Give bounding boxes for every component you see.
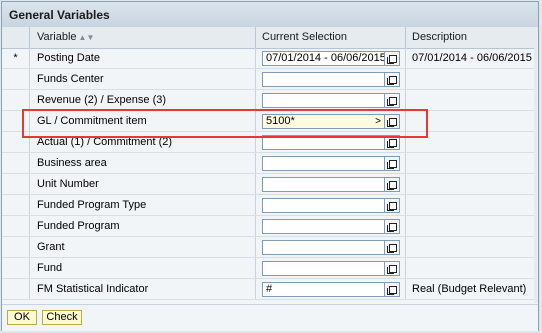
variable-name: Funded Program Type <box>30 195 256 215</box>
row-marker <box>2 174 30 194</box>
value-help-icon[interactable] <box>385 240 400 255</box>
selection-cell <box>256 195 406 215</box>
row-marker <box>2 216 30 236</box>
header-marker-cell <box>2 27 30 48</box>
selection-input[interactable] <box>262 156 385 171</box>
value-help-icon[interactable] <box>385 198 400 213</box>
selection-input[interactable] <box>262 93 385 108</box>
row-marker: * <box>2 48 30 68</box>
row-marker <box>2 69 30 89</box>
description-cell <box>406 237 538 257</box>
selection-cell <box>256 258 406 278</box>
description-cell <box>406 153 538 173</box>
row-marker <box>2 195 30 215</box>
selection-input[interactable]: 07/01/2014 - 06/06/2015 <box>262 51 385 66</box>
table-row: Unit Number <box>2 174 538 195</box>
selection-cell: 07/01/2014 - 06/06/2015 <box>256 48 406 68</box>
value-help-icon[interactable] <box>385 261 400 276</box>
table-row: Revenue (2) / Expense (3) <box>2 90 538 111</box>
variable-name: Funds Center <box>30 69 256 89</box>
selection-input[interactable] <box>262 72 385 87</box>
variable-name: Revenue (2) / Expense (3) <box>30 90 256 110</box>
selection-cell <box>256 153 406 173</box>
value-help-icon[interactable] <box>385 282 400 297</box>
table-row: Funded Program <box>2 216 538 237</box>
table-row: * Posting Date 07/01/2014 - 06/06/2015 07/0… <box>2 48 538 69</box>
selection-cell <box>256 174 406 194</box>
description-cell: Real (Budget Relevant) <box>412 283 527 295</box>
description-cell <box>406 216 538 236</box>
highlight-annotation <box>22 109 428 138</box>
table-row: Funded Program Type <box>2 195 538 216</box>
description-cell <box>406 258 538 278</box>
value-help-icon[interactable] <box>385 93 400 108</box>
scrollbar[interactable] <box>534 27 538 303</box>
variable-name: Unit Number <box>30 174 256 194</box>
selection-input[interactable] <box>262 177 385 192</box>
value-help-icon[interactable] <box>385 51 400 66</box>
header-current-selection[interactable]: Current Selection <box>256 27 406 48</box>
table-row: Funds Center <box>2 69 538 90</box>
value-help-icon[interactable] <box>385 177 400 192</box>
selection-cell: # <box>256 279 406 299</box>
selection-input[interactable]: # <box>262 282 385 297</box>
selection-cell <box>256 69 406 89</box>
variable-name: FM Statistical Indicator <box>30 279 256 299</box>
description-cell <box>406 174 538 194</box>
row-marker <box>2 153 30 173</box>
table-header: Variable ▲▼ Current Selection Description <box>2 27 538 49</box>
selection-input[interactable] <box>262 240 385 255</box>
variable-name: Business area <box>30 153 256 173</box>
value-help-icon[interactable] <box>385 219 400 234</box>
dialog-footer: OK Check <box>2 304 538 331</box>
selection-value: 07/01/2014 - 06/06/2015 <box>266 52 385 64</box>
table-row: Grant <box>2 237 538 258</box>
selection-cell <box>256 90 406 110</box>
description-cell <box>406 69 538 89</box>
row-marker <box>2 258 30 278</box>
description-cell: 07/01/2014 - 06/06/2015 <box>412 52 532 64</box>
general-variables-dialog: General Variables Variable ▲▼ Current Sel… <box>1 1 539 331</box>
description-cell <box>406 90 538 110</box>
value-help-icon[interactable] <box>385 156 400 171</box>
check-button[interactable]: Check <box>42 310 82 325</box>
header-variable-label: Variable <box>37 31 77 43</box>
variable-name: Funded Program <box>30 216 256 236</box>
variable-name: Posting Date <box>30 48 256 68</box>
value-help-icon[interactable] <box>385 72 400 87</box>
selection-cell <box>256 216 406 236</box>
variable-name: Fund <box>30 258 256 278</box>
row-marker <box>2 279 30 299</box>
selection-input[interactable] <box>262 219 385 234</box>
selection-input[interactable] <box>262 261 385 276</box>
row-marker <box>2 237 30 257</box>
header-variable[interactable]: Variable ▲▼ <box>30 27 256 48</box>
dialog-title-bar: General Variables <box>2 2 538 28</box>
table-row: Fund <box>2 258 538 279</box>
table-row: FM Statistical Indicator # Real (Budget Re… <box>2 279 538 300</box>
ok-button[interactable]: OK <box>7 310 37 325</box>
selection-cell <box>256 237 406 257</box>
row-marker <box>2 90 30 110</box>
description-cell <box>406 195 538 215</box>
dialog-title: General Variables <box>9 8 110 22</box>
table-row: Business area <box>2 153 538 174</box>
sort-icon[interactable]: ▲▼ <box>79 33 95 42</box>
header-description[interactable]: Description <box>406 27 538 48</box>
variable-name: Grant <box>30 237 256 257</box>
selection-input[interactable] <box>262 198 385 213</box>
selection-value: # <box>266 283 273 295</box>
